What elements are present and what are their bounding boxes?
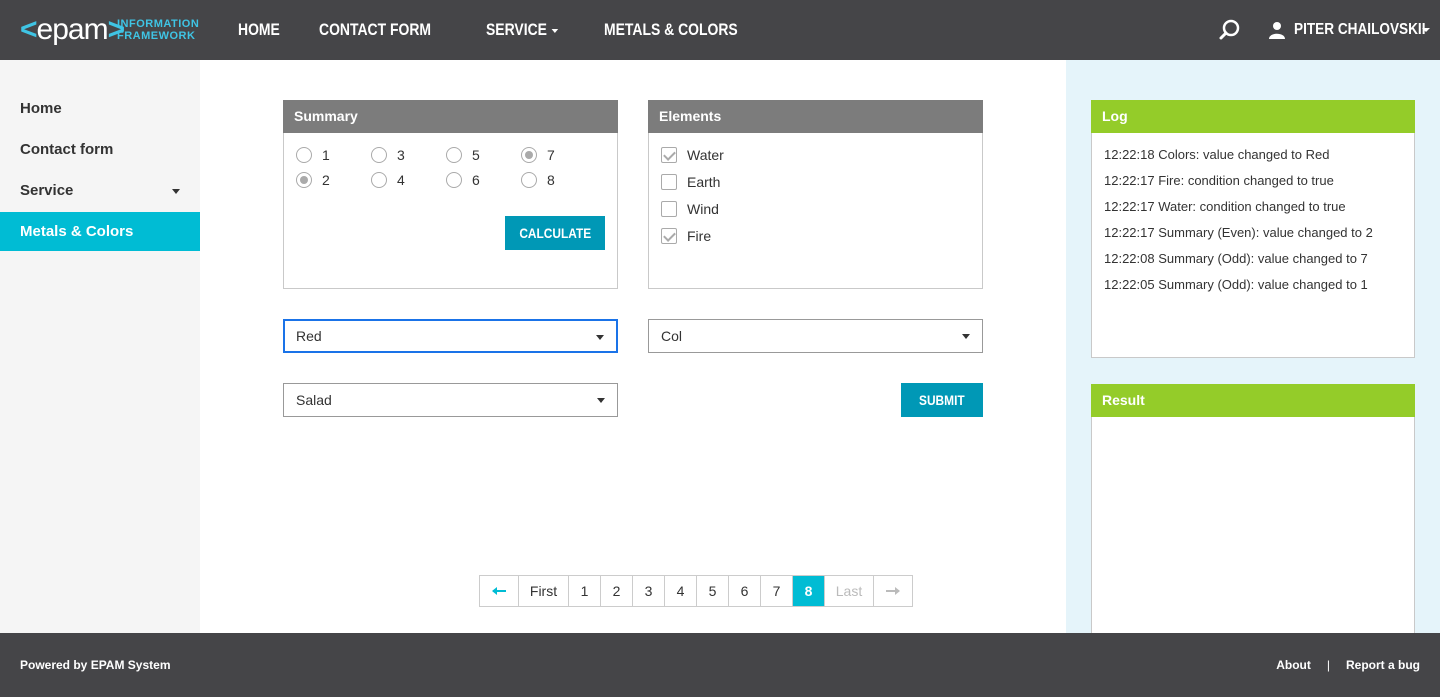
page-button-5[interactable]: 5 — [697, 576, 729, 606]
radio-odd-3[interactable]: 3 — [371, 147, 405, 163]
radio-circle — [446, 172, 462, 188]
radio-circle-selected — [521, 147, 537, 163]
checkbox-fire[interactable]: Fire — [661, 228, 711, 244]
radio-even-6[interactable]: 6 — [446, 172, 480, 188]
pagination: First 1 2 3 4 5 6 7 8 Last — [479, 575, 913, 607]
page-button-3[interactable]: 3 — [633, 576, 665, 606]
footer-links: About | Report a bug — [1276, 658, 1420, 672]
checkbox-box — [661, 201, 677, 217]
page-button-6[interactable]: 6 — [729, 576, 761, 606]
calculate-button[interactable]: CALCULATE — [505, 216, 605, 250]
checkbox-wind[interactable]: Wind — [661, 201, 719, 217]
radio-even-8[interactable]: 8 — [521, 172, 555, 188]
metals-dropdown[interactable]: Col — [648, 319, 983, 353]
epam-logo[interactable]: <epam> INFORMATION FRAMEWORK — [20, 12, 199, 48]
powered-by-text: Powered by EPAM System — [20, 658, 171, 672]
radio-circle — [371, 147, 387, 163]
chevron-down-icon — [596, 335, 604, 340]
report-bug-link[interactable]: Report a bug — [1346, 658, 1420, 672]
first-page-button[interactable]: First — [519, 576, 569, 606]
arrow-left-icon — [492, 587, 506, 595]
top-nav: HOME CONTACT FORM SERVICE METALS & COLOR… — [238, 0, 797, 60]
chevron-down-icon — [962, 334, 970, 339]
result-title: Result — [1091, 384, 1415, 417]
about-link[interactable]: About — [1276, 658, 1311, 672]
result-panel: Result — [1091, 384, 1415, 633]
radio-odd-1[interactable]: 1 — [296, 147, 330, 163]
right-column: Log 12:22:18 Colors: value changed to Re… — [1066, 60, 1440, 633]
nav-contact-form[interactable]: CONTACT FORM — [319, 20, 431, 40]
elements-title: Elements — [648, 100, 983, 133]
arrow-right-icon — [886, 587, 900, 595]
sidebar-item-home[interactable]: Home — [0, 89, 200, 128]
footer-separator: | — [1326, 658, 1330, 672]
page-button-1[interactable]: 1 — [569, 576, 601, 606]
radio-circle — [371, 172, 387, 188]
log-entry: 12:22:17 Fire: condition changed to true — [1104, 173, 1334, 188]
checkbox-checked — [661, 147, 677, 163]
page-button-7[interactable]: 7 — [761, 576, 793, 606]
nav-metals-colors[interactable]: METALS & COLORS — [604, 20, 738, 40]
radio-even-2[interactable]: 2 — [296, 172, 330, 188]
radio-circle-selected — [296, 172, 312, 188]
page-button-4[interactable]: 4 — [665, 576, 697, 606]
last-page-button[interactable]: Last — [825, 576, 874, 606]
log-entry: 12:22:17 Summary (Even): value changed t… — [1104, 225, 1373, 240]
footer: Powered by EPAM System About | Report a bu… — [0, 633, 1440, 697]
radio-odd-7[interactable]: 7 — [521, 147, 555, 163]
log-entry: 12:22:05 Summary (Odd): value changed to… — [1104, 277, 1368, 292]
nav-service[interactable]: SERVICE — [486, 20, 559, 40]
sidebar: Home Contact form Service Metals & Color… — [0, 60, 200, 633]
log-entry: 12:22:17 Water: condition changed to tru… — [1104, 199, 1346, 214]
colors-dropdown[interactable]: Red — [283, 319, 618, 353]
radio-odd-5[interactable]: 5 — [446, 147, 480, 163]
log-entry: 12:22:08 Summary (Odd): value changed to… — [1104, 251, 1368, 266]
nav-home[interactable]: HOME — [238, 20, 280, 40]
page-button-8-current[interactable]: 8 — [793, 576, 825, 606]
user-menu[interactable]: PITER CHAILOVSKII — [1268, 18, 1430, 42]
next-page-button[interactable] — [874, 576, 912, 606]
checkbox-box — [661, 174, 677, 190]
user-icon — [1269, 22, 1285, 39]
chevron-down-icon — [172, 189, 180, 194]
sidebar-item-contact-form[interactable]: Contact form — [0, 130, 200, 169]
elements-panel: Elements Water Earth Wind Fire — [648, 100, 983, 289]
vegetables-dropdown[interactable]: Salad — [283, 383, 618, 417]
user-name: PITER CHAILOVSKII — [1294, 21, 1426, 38]
log-panel: Log 12:22:18 Colors: value changed to Re… — [1091, 100, 1415, 358]
log-list: 12:22:18 Colors: value changed to Red 12… — [1092, 133, 1414, 298]
page-button-2[interactable]: 2 — [601, 576, 633, 606]
checkbox-water[interactable]: Water — [661, 147, 724, 163]
logo-subtitle: INFORMATION FRAMEWORK — [117, 18, 200, 42]
prev-page-button[interactable] — [480, 576, 519, 606]
chevron-down-icon — [551, 28, 559, 33]
search-icon[interactable] — [1218, 18, 1242, 42]
log-entry: 12:22:18 Colors: value changed to Red — [1104, 147, 1330, 162]
logo-text: epam — [36, 13, 109, 46]
sidebar-item-metals-colors[interactable]: Metals & Colors — [0, 212, 200, 251]
submit-button[interactable]: SUBMIT — [901, 383, 983, 417]
log-title: Log — [1091, 100, 1415, 133]
sidebar-item-service[interactable]: Service — [0, 171, 200, 210]
summary-title: Summary — [283, 100, 618, 133]
radio-circle — [296, 147, 312, 163]
radio-circle — [521, 172, 537, 188]
chevron-down-icon — [597, 398, 605, 403]
radio-circle — [446, 147, 462, 163]
checkbox-earth[interactable]: Earth — [661, 174, 720, 190]
header: <epam> INFORMATION FRAMEWORK HOME CONTAC… — [0, 0, 1440, 60]
checkbox-checked — [661, 228, 677, 244]
radio-even-4[interactable]: 4 — [371, 172, 405, 188]
summary-panel: Summary 1 3 5 7 2 4 6 8 CALCULATE — [283, 100, 618, 289]
